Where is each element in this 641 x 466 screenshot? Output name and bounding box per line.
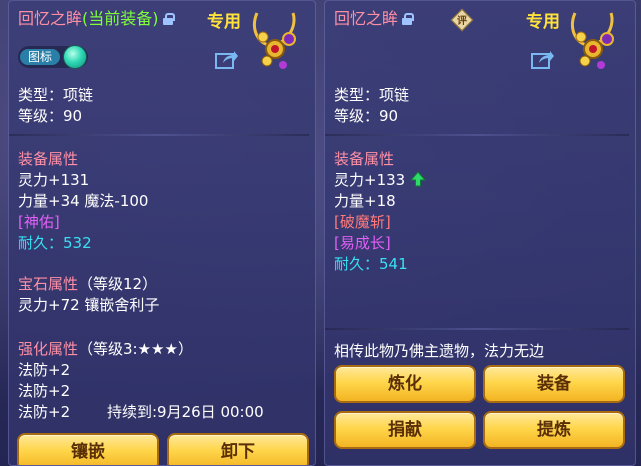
share-icon[interactable] [531, 49, 555, 69]
enhance-def-2: 法防+2 [18, 382, 71, 400]
attr-line-2: 力量+34 魔法-100 [18, 192, 149, 210]
enhance-def-1: 法防+2 [18, 361, 71, 379]
divider [325, 328, 629, 330]
skill-tag-1: [破魔斩] [334, 213, 391, 231]
enhance-def-3: 法防+2 [18, 403, 71, 421]
donate-button[interactable]: 捐献 [334, 411, 476, 449]
durability-line: 耐久：532 [18, 234, 92, 252]
special-tag: 专用 [526, 12, 560, 32]
up-arrow-icon [409, 171, 426, 187]
enhance-attr-line: 强化属性（等级3:★★★） [18, 339, 193, 359]
attr-line-1: 灵力+133 [334, 170, 426, 190]
current-equip-tag: (当前装备) [82, 9, 159, 28]
item-title-line: 回忆之眸 [334, 9, 415, 29]
durability-line: 耐久：541 [334, 255, 408, 273]
inlay-button[interactable]: 镶嵌 [17, 433, 159, 465]
gem-orb-icon [63, 45, 87, 69]
equip-attr-title: 装备属性 [334, 150, 395, 168]
skill-tag: [神佑] [18, 213, 60, 231]
item-description: 相传此物乃佛主遗物，法力无边 [334, 342, 545, 360]
lock-icon [402, 13, 415, 25]
necklace-emblem-icon [570, 12, 614, 69]
type-line: 类型：项链 [18, 86, 94, 104]
attr-line-1: 灵力+131 [18, 171, 90, 189]
icon-chip-label: 图标 [20, 49, 60, 65]
unequip-button[interactable]: 卸下 [167, 433, 309, 465]
equip-button[interactable]: 装备 [483, 365, 625, 403]
gem-attr-title: 宝石属性 [18, 275, 79, 293]
rating-seal-icon[interactable]: 评 [450, 8, 474, 32]
attr-line-1-text: 灵力+133 [334, 171, 406, 189]
divider [325, 134, 629, 136]
extract-button[interactable]: 提炼 [483, 411, 625, 449]
expire-time: 持续到:9月26日 00:00 [107, 403, 264, 421]
lock-icon [162, 13, 175, 25]
rating-seal-text: 评 [457, 16, 467, 27]
necklace-emblem-icon [252, 12, 296, 69]
enhance-level: （等级3:★★★） [78, 340, 193, 358]
type-line: 类型：项链 [334, 86, 410, 104]
level-line: 等级：90 [18, 107, 83, 125]
gem-attr-line: 宝石属性（等级12） [18, 274, 157, 294]
gem-level: （等级12） [78, 275, 158, 293]
gem-detail: 灵力+72 镶嵌舍利子 [18, 296, 160, 314]
item-title-line: 回忆之眸(当前装备) [18, 9, 175, 29]
icon-toggle-chip[interactable]: 图标 [18, 45, 88, 69]
equip-attr-title: 装备属性 [18, 150, 79, 168]
skill-tag-2: [易成长] [334, 234, 391, 252]
equipped-item-panel: 回忆之眸(当前装备) 专用 图标 类型：项链 等级：90 装备属性 灵力+131… [8, 0, 316, 466]
divider [9, 134, 309, 136]
attr-line-2: 力量+18 [334, 192, 396, 210]
level-line: 等级：90 [334, 107, 399, 125]
compare-item-panel: 回忆之眸 评 专用 类型：项链 等级：90 装备属性 灵力+133 力量+18 … [324, 0, 636, 466]
item-name: 回忆之眸 [334, 9, 399, 28]
item-name: 回忆之眸 [18, 9, 83, 28]
refine-button[interactable]: 炼化 [334, 365, 476, 403]
special-tag: 专用 [207, 12, 241, 32]
share-icon[interactable] [215, 49, 239, 69]
enhance-attr-title: 强化属性 [18, 340, 79, 358]
